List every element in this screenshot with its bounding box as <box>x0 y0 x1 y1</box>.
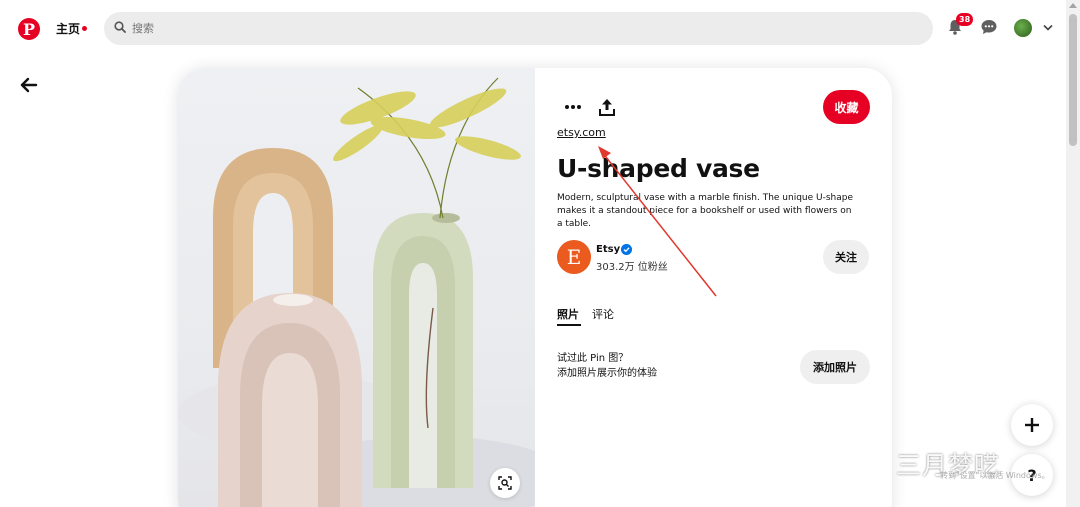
verified-check-icon <box>621 244 632 255</box>
lens-search-icon <box>498 476 512 490</box>
tab-comments[interactable]: 评论 <box>592 306 614 322</box>
add-photo-button[interactable]: 添加照片 <box>800 350 870 384</box>
pin-image[interactable] <box>178 68 535 507</box>
try-prompt-subtext: 添加照片展示你的体验 <box>557 368 657 379</box>
back-arrow-icon[interactable] <box>20 77 38 93</box>
notification-badge: 38 <box>956 13 974 26</box>
more-options-icon[interactable] <box>563 102 583 112</box>
pinterest-logo-icon[interactable]: P <box>18 18 40 40</box>
creator-avatar[interactable]: E <box>557 240 591 274</box>
chevron-down-icon[interactable] <box>1043 24 1053 32</box>
user-avatar[interactable] <box>1014 19 1032 37</box>
chat-bubble-icon[interactable] <box>980 18 998 36</box>
active-tab-indicator <box>557 324 581 326</box>
creator-name[interactable]: Etsy <box>596 244 620 255</box>
pin-description: Modern, sculptural vase with a marble fi… <box>557 193 854 229</box>
save-button[interactable]: 收藏 <box>823 90 870 124</box>
share-upload-icon[interactable] <box>599 98 615 116</box>
pin-title: U-shaped vase <box>557 154 760 183</box>
vase-photo <box>178 77 535 507</box>
search-icon <box>114 21 126 33</box>
scrollbar-thumb[interactable] <box>1069 14 1077 146</box>
follow-button[interactable]: 关注 <box>823 240 869 274</box>
home-new-indicator <box>82 26 87 31</box>
visual-search-button[interactable] <box>490 468 520 498</box>
scroll-up-arrow-icon[interactable] <box>1069 3 1077 8</box>
page-scrollbar[interactable] <box>1066 0 1080 507</box>
tab-photos[interactable]: 照片 <box>557 306 579 322</box>
search-bar[interactable] <box>104 12 933 45</box>
top-nav-bar: P 主页 38 <box>0 0 1066 58</box>
follower-count: 303.2万 位粉丝 <box>596 262 668 273</box>
search-input[interactable] <box>132 12 912 45</box>
pin-details-panel: 收藏 etsy.com U-shaped vase Modern, sculpt… <box>535 68 892 507</box>
plus-icon <box>1025 418 1039 432</box>
create-plus-button[interactable] <box>1011 404 1053 446</box>
home-link[interactable]: 主页 <box>56 20 80 37</box>
try-prompt-heading: 试过此 Pin 图？ <box>557 353 629 364</box>
pin-closeup-card: 收藏 etsy.com U-shaped vase Modern, sculpt… <box>178 68 892 507</box>
windows-activation-text: 转到"设置"以激活 Windows。 <box>940 471 1050 480</box>
source-link[interactable]: etsy.com <box>557 126 606 139</box>
